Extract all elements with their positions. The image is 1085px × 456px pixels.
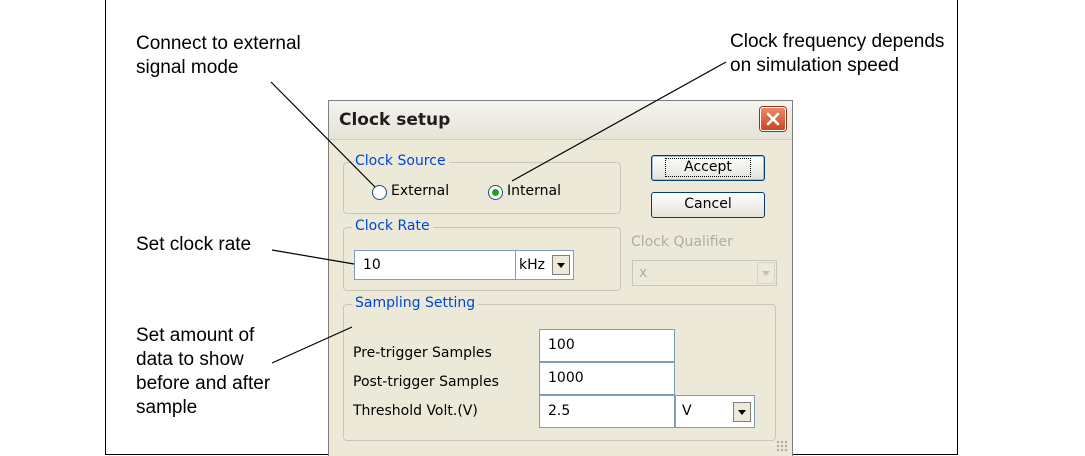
internal-radio-selected-dot <box>492 189 499 196</box>
dropdown-arrow-icon[interactable] <box>552 255 570 275</box>
pre-trigger-input[interactable]: 100 <box>539 329 675 362</box>
clock-qualifier-label: Clock Qualifier <box>631 234 733 250</box>
dialog-title: Clock setup <box>339 110 451 130</box>
callout-data-amount: Set amount of data to show before and af… <box>136 325 271 418</box>
pre-trigger-label: Pre-trigger Samples <box>353 345 492 361</box>
clock-qualifier-value: x <box>639 265 648 281</box>
title-bar[interactable]: Clock setup <box>329 101 792 140</box>
callout-clock-rate: Set clock rate <box>136 234 252 255</box>
cancel-button-label: Cancel <box>684 196 732 212</box>
threshold-unit-value: V <box>682 403 692 419</box>
accept-button-label: Accept <box>665 158 751 177</box>
clock-rate-group: Clock Rate 10 kHz <box>343 218 621 291</box>
threshold-input[interactable]: 2.5 <box>539 395 675 428</box>
dropdown-arrow-icon[interactable] <box>733 402 751 422</box>
post-trigger-label: Post-trigger Samples <box>353 374 499 390</box>
resize-grip-icon[interactable] <box>776 440 788 452</box>
external-radio[interactable] <box>372 185 387 200</box>
close-icon <box>766 112 780 126</box>
accept-button[interactable]: Accept <box>651 155 765 181</box>
threshold-label: Threshold Volt.(V) <box>353 403 478 419</box>
clock-qualifier-select: x <box>632 260 777 286</box>
clock-rate-legend: Clock Rate <box>352 218 433 234</box>
clock-setup-dialog: Clock setup Clock Source External Intern… <box>328 100 793 456</box>
clock-source-legend: Clock Source <box>352 153 449 169</box>
cancel-button[interactable]: Cancel <box>651 192 765 218</box>
sampling-setting-legend: Sampling Setting <box>352 295 479 311</box>
callout-clock-frequency: Clock frequency depends on simulation sp… <box>730 31 945 76</box>
callout-external-mode: Connect to external signal mode <box>136 33 301 78</box>
internal-radio-label[interactable]: Internal <box>507 183 561 199</box>
qualifier-dropdown-arrow-icon <box>757 262 775 284</box>
internal-radio[interactable] <box>488 185 503 200</box>
sampling-setting-group: Sampling Setting Pre-trigger Samples 100… <box>343 295 776 441</box>
clock-rate-unit-select[interactable]: kHz <box>515 250 574 280</box>
threshold-unit-select[interactable]: V <box>675 395 755 428</box>
clock-rate-unit-value: kHz <box>519 257 545 273</box>
external-radio-label[interactable]: External <box>391 183 449 199</box>
close-button[interactable] <box>760 107 786 131</box>
clock-source-group: Clock Source External Internal <box>343 153 621 214</box>
post-trigger-input[interactable]: 1000 <box>539 362 675 395</box>
